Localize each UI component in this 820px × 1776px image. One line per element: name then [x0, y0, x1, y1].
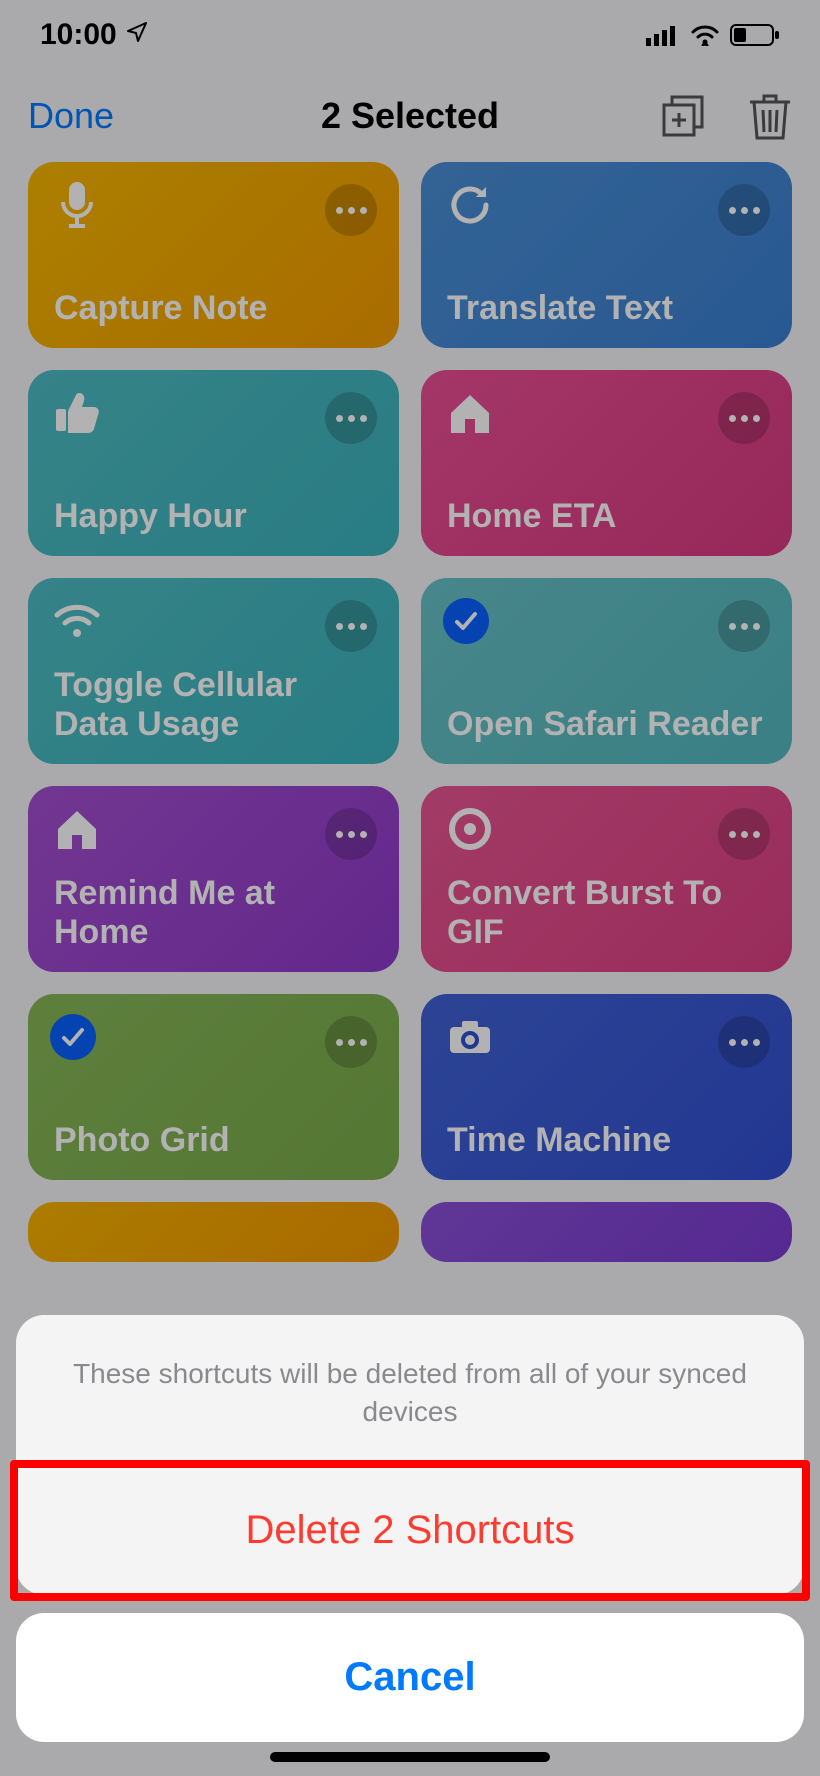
cancel-button[interactable]: Cancel: [16, 1613, 804, 1742]
screen: 10:00 Done 2 Selected: [0, 0, 820, 1776]
delete-shortcuts-button[interactable]: Delete 2 Shortcuts: [16, 1466, 804, 1595]
action-sheet: These shortcuts will be deleted from all…: [16, 1315, 804, 1742]
action-sheet-panel: These shortcuts will be deleted from all…: [16, 1315, 804, 1595]
action-sheet-message: These shortcuts will be deleted from all…: [16, 1315, 804, 1465]
home-indicator[interactable]: [270, 1752, 550, 1762]
